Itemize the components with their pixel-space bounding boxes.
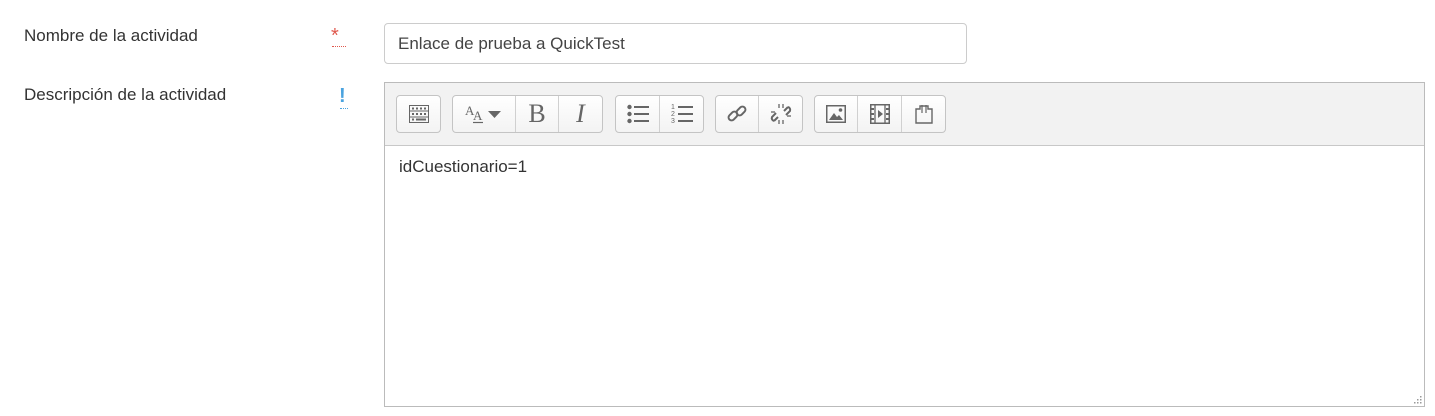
file-manager-button[interactable] xyxy=(902,96,945,132)
toolbar-toggle-icon xyxy=(408,105,429,123)
file-manager-icon xyxy=(914,105,933,124)
asterisk-required-icon: * xyxy=(331,26,347,47)
resize-grip-icon[interactable] xyxy=(1412,394,1422,404)
activity-name-input[interactable] xyxy=(384,23,967,64)
ordered-list-button[interactable]: 1 2 3 xyxy=(660,96,703,132)
link-button[interactable] xyxy=(716,96,759,132)
toolbar-group-media xyxy=(814,95,946,133)
media-icon xyxy=(869,104,890,124)
font-style-button[interactable]: A A xyxy=(453,96,516,132)
unordered-list-icon xyxy=(626,104,649,124)
image-icon xyxy=(826,105,846,123)
toolbar-toggle-button[interactable] xyxy=(397,96,440,132)
svg-text:1: 1 xyxy=(671,104,675,111)
toolbar-group-format: A A B I xyxy=(452,95,603,133)
name-label: Nombre de la actividad xyxy=(24,26,198,45)
editor-content[interactable]: idCuestionario=1 xyxy=(399,157,527,177)
svg-text:2: 2 xyxy=(671,111,675,118)
toolbar-group-toggle xyxy=(396,95,441,133)
toolbar-group-lists: 1 2 3 xyxy=(615,95,704,133)
unordered-list-button[interactable] xyxy=(616,96,660,132)
font-style-dropdown-icon: A A xyxy=(465,103,501,124)
media-button[interactable] xyxy=(858,96,902,132)
unlink-button[interactable] xyxy=(759,96,802,132)
unlink-icon xyxy=(770,104,791,124)
italic-icon: I xyxy=(576,99,585,128)
image-button[interactable] xyxy=(815,96,858,132)
svg-text:A: A xyxy=(473,108,483,123)
svg-text:3: 3 xyxy=(671,118,675,125)
editor-toolbar: A A B I 1 2 3 xyxy=(385,83,1424,146)
toolbar-group-links xyxy=(715,95,803,133)
help-exclamation-icon[interactable]: ! xyxy=(339,86,349,109)
ordered-list-icon: 1 2 3 xyxy=(671,104,693,125)
bold-icon: B xyxy=(528,99,546,128)
bold-button[interactable]: B xyxy=(516,96,559,132)
description-editor[interactable]: A A B I 1 2 3 idCuestionario=1 xyxy=(384,82,1425,407)
description-label: Descripción de la actividad xyxy=(24,85,227,104)
link-icon xyxy=(727,105,747,122)
italic-button[interactable]: I xyxy=(559,96,602,132)
